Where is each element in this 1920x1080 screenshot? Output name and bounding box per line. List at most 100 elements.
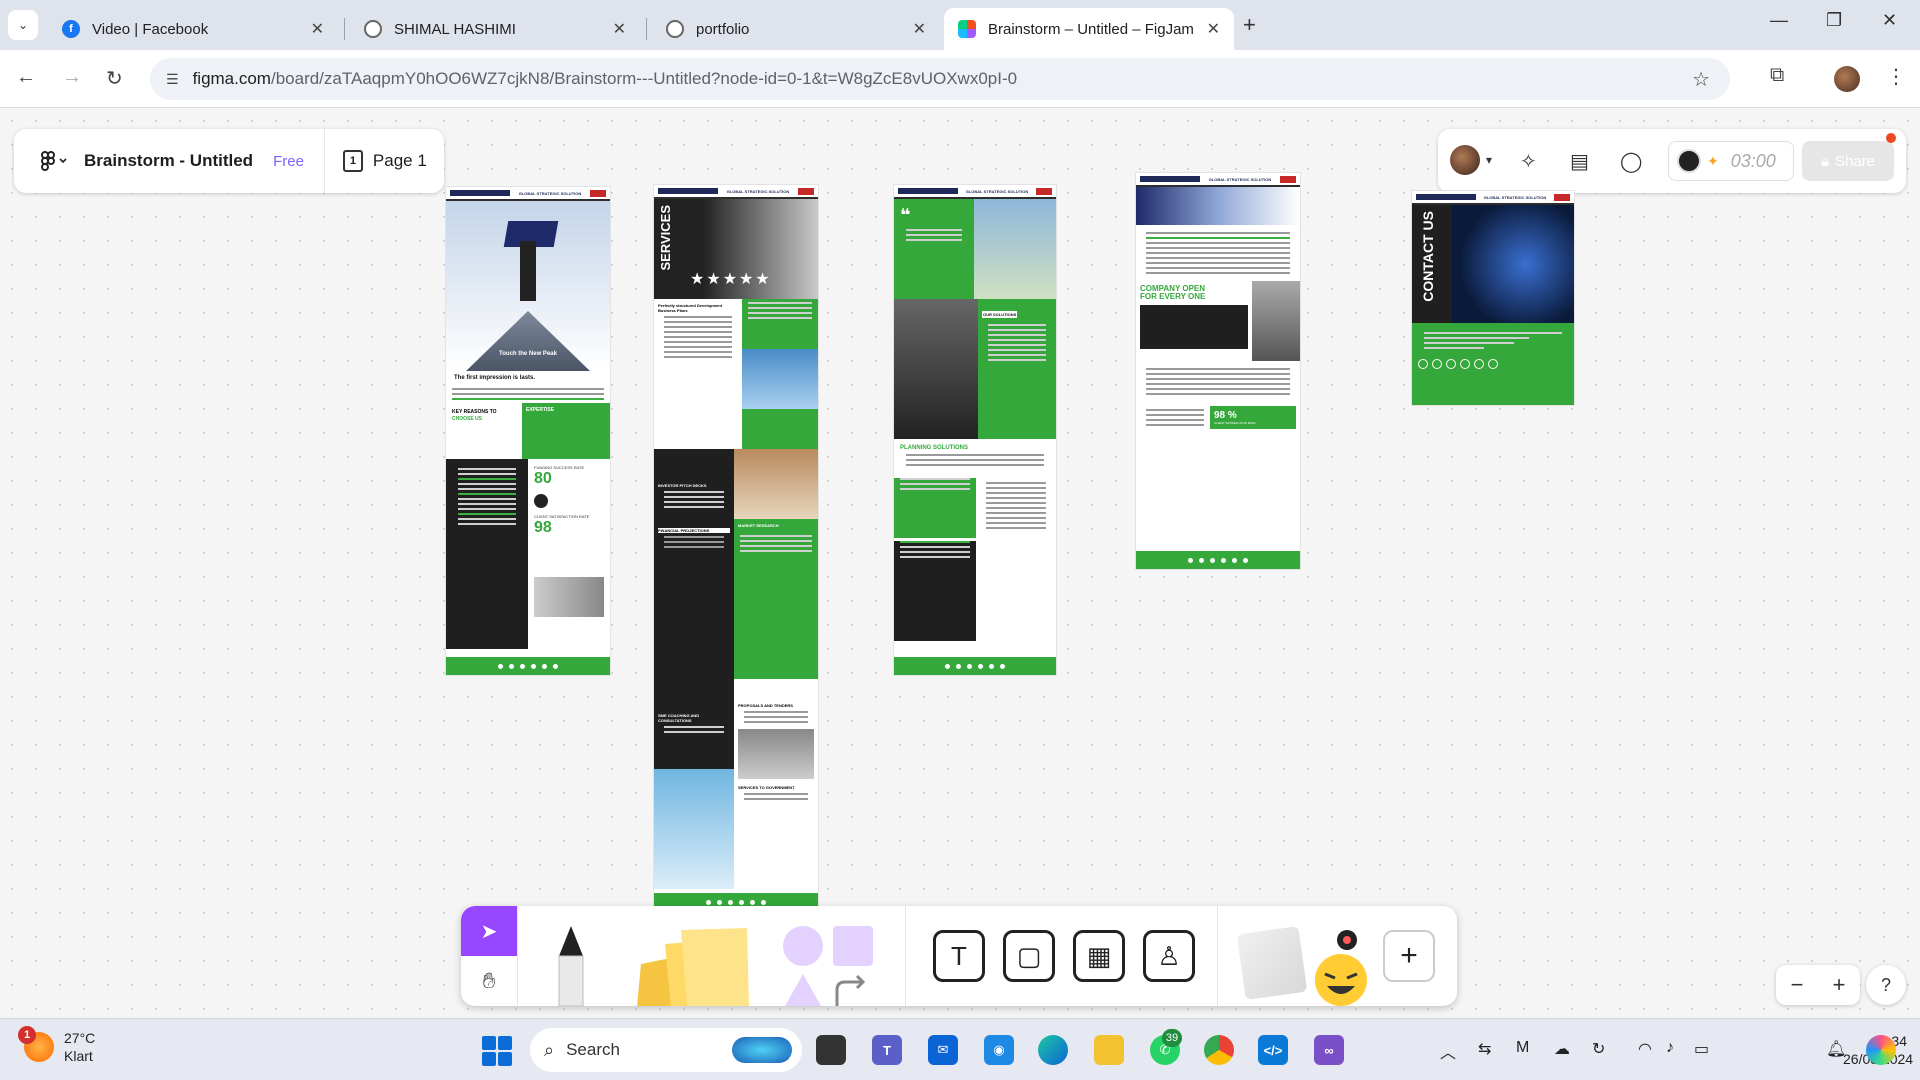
frame-header: GLOBAL STRATEGIC SOLUTION: [1412, 191, 1574, 205]
onedrive-icon[interactable]: ☁: [1554, 1039, 1570, 1059]
file-explorer-icon[interactable]: [1094, 1035, 1124, 1065]
search-highlight-icon: [732, 1037, 792, 1063]
wifi-icon[interactable]: ◠: [1638, 1039, 1652, 1059]
timer-widget[interactable]: ✦ 03:00: [1668, 141, 1794, 181]
tab-facebook[interactable]: f Video | Facebook ✕: [48, 8, 338, 50]
messenger-icon[interactable]: ◉: [984, 1035, 1014, 1065]
weather-widget[interactable]: 1 27°C Klart: [18, 1026, 95, 1065]
frame-footer: [894, 657, 1056, 675]
templates-widget-icon[interactable]: [1236, 926, 1308, 1000]
close-window-icon[interactable]: ✕: [1882, 10, 1897, 31]
teams-icon[interactable]: T: [872, 1035, 902, 1065]
figjam-canvas[interactable]: Brainstorm - Untitled Free 1 Page 1 ▾ ✧ …: [0, 109, 1920, 1018]
stats-section: FUNDING SUCCESS RATE 80 CLIENT SATISFACT…: [446, 459, 610, 649]
text-tool-icon[interactable]: T: [933, 930, 985, 982]
marker-pen-icon[interactable]: [551, 924, 591, 1006]
section-tool-icon[interactable]: ▢: [1003, 930, 1055, 982]
frame-home-page[interactable]: GLOBAL STRATEGIC SOLUTION Touch the New …: [446, 187, 610, 675]
zoom-out-button[interactable]: −: [1791, 972, 1804, 998]
visual-studio-icon[interactable]: ∞: [1314, 1035, 1344, 1065]
restore-icon[interactable]: ❐: [1826, 10, 1842, 31]
tab-portfolio[interactable]: portfolio ✕: [652, 8, 940, 50]
battery-icon[interactable]: ▭: [1694, 1039, 1709, 1059]
globe-icon: [364, 20, 382, 38]
plan-badge[interactable]: Free: [273, 153, 304, 170]
extensions-puzzle-icon[interactable]: ⧉: [1770, 64, 1784, 87]
figjam-menu-icon[interactable]: [32, 139, 76, 183]
frame-about-page[interactable]: GLOBAL STRATEGIC SOLUTION COMPANY OPEN F…: [1136, 173, 1300, 569]
bookmark-star-icon[interactable]: ☆: [1692, 67, 1710, 92]
frame-header: GLOBAL STRATEGIC SOLUTION: [654, 185, 818, 199]
chrome-profile-avatar[interactable]: [1834, 66, 1860, 92]
browser-toolbar: ← → ↻ ☰ figma.com/board/zaTAaqpmY0hOO6WZ…: [0, 50, 1920, 108]
close-tab-icon[interactable]: ✕: [613, 19, 626, 39]
facebook-icon: f: [62, 20, 80, 38]
table-tool-icon[interactable]: ▦: [1073, 930, 1125, 982]
page-selector[interactable]: 1 Page 1: [342, 150, 427, 172]
board-title[interactable]: Brainstorm - Untitled: [84, 151, 253, 171]
shapes-tool-icon[interactable]: [775, 924, 895, 1006]
figjam-toolbar: ➤ ✋︎ T ▢ ▦ ♙ +: [461, 906, 1457, 1006]
frame-footer: [446, 657, 610, 675]
chevron-down-icon[interactable]: ▾: [1486, 153, 1492, 167]
zoom-in-button[interactable]: +: [1833, 972, 1846, 998]
share-label: Share: [1834, 152, 1875, 170]
volume-icon[interactable]: ♪: [1666, 1039, 1674, 1057]
back-arrow-icon[interactable]: ←: [16, 66, 36, 89]
close-tab-icon[interactable]: ✕: [913, 19, 926, 39]
frame-services-page[interactable]: GLOBAL STRATEGIC SOLUTION SERVICES ★★★★★…: [654, 185, 818, 911]
share-button[interactable]: 🔒︎ Share: [1802, 141, 1894, 181]
user-avatar[interactable]: [1450, 145, 1480, 175]
stamp-tool-icon[interactable]: ♙: [1143, 930, 1195, 982]
frame-solutions-page[interactable]: GLOBAL STRATEGIC SOLUTION ❝ OUR SOLUTION…: [894, 185, 1056, 675]
copilot-icon[interactable]: [1866, 1035, 1896, 1065]
services-bottom: SME COACHING AND CONSULTATIONS PROPOSALS…: [654, 679, 818, 889]
taskbar-search[interactable]: ⌕ Search: [530, 1028, 802, 1072]
search-icon: ⌕: [544, 1039, 555, 1060]
move-tool-cursor-icon[interactable]: ➤: [461, 906, 517, 956]
tray-app-icon[interactable]: M: [1516, 1039, 1529, 1057]
tab-separator: [344, 18, 345, 40]
chevron-up-icon[interactable]: ︿: [1440, 1039, 1456, 1063]
ai-sparkle-icon[interactable]: ✧: [1520, 149, 1537, 174]
stat-section: 98 % CLIENT SATISFACTION RATE: [1136, 402, 1300, 433]
windows-taskbar: 1 27°C Klart ⌕ Search T ✉ ◉ ✆ 39 </> ∞ ︿ …: [0, 1018, 1920, 1080]
collaboration-panel: ▾ ✧ ▤ ◯ ✦ 03:00 🔒︎ Share: [1438, 129, 1906, 193]
close-tab-icon[interactable]: ✕: [311, 19, 324, 39]
help-button[interactable]: ?: [1866, 965, 1906, 1005]
frame-contact-page[interactable]: GLOBAL STRATEGIC SOLUTION CONTACT US: [1412, 191, 1574, 405]
figjam-icon: [958, 20, 976, 38]
tray-settings-icon[interactable]: ⇆: [1478, 1039, 1491, 1059]
emoji-widget-icon[interactable]: [1307, 924, 1371, 1006]
minimize-icon[interactable]: —: [1770, 10, 1788, 31]
windows-start-icon[interactable]: [482, 1036, 512, 1066]
mail-icon[interactable]: ✉: [928, 1035, 958, 1065]
more-tools-plus-button[interactable]: +: [1383, 930, 1435, 982]
forward-arrow-icon[interactable]: →: [62, 66, 82, 89]
vscode-icon[interactable]: </>: [1258, 1035, 1288, 1065]
notification-bell-icon[interactable]: 🔔︎: [1826, 1039, 1846, 1059]
comment-icon[interactable]: ◯: [1620, 149, 1642, 174]
about-hero-image: [1136, 187, 1300, 225]
services-hero-image: SERVICES ★★★★★: [654, 199, 818, 299]
edge-icon[interactable]: [1038, 1035, 1068, 1065]
tab-search-chevron-icon[interactable]: ⌄: [8, 10, 38, 40]
key-reasons-section: KEY REASONS TO CHOOSE US EXPERTISE: [446, 403, 610, 459]
address-bar[interactable]: ☰ figma.com/board/zaTAaqpmY0hOO6WZ7cjkN8…: [150, 58, 1730, 100]
new-tab-plus-icon[interactable]: +: [1243, 12, 1256, 38]
sync-icon[interactable]: ↻: [1592, 1039, 1605, 1059]
reload-icon[interactable]: ↻: [106, 66, 123, 91]
site-settings-icon[interactable]: ☰: [166, 71, 179, 88]
close-tab-icon[interactable]: ✕: [1207, 19, 1220, 39]
tab-figjam[interactable]: Brainstorm – Untitled – FigJam ✕: [944, 8, 1234, 50]
chrome-menu-icon[interactable]: ⋮: [1886, 64, 1906, 89]
sticky-note-icon[interactable]: [631, 924, 751, 1006]
frame-header: GLOBAL STRATEGIC SOLUTION: [1136, 173, 1300, 187]
hand-tool-icon[interactable]: ✋︎: [461, 956, 517, 1006]
services-intro: Perfectly structured Development Busines…: [654, 299, 818, 449]
chrome-icon[interactable]: [1204, 1035, 1234, 1065]
templates-layout-icon[interactable]: ▤: [1570, 149, 1589, 174]
tab-shimal-hashimi[interactable]: SHIMAL HASHIMI ✕: [350, 8, 640, 50]
task-view-icon[interactable]: [816, 1035, 846, 1065]
frame-header: GLOBAL STRATEGIC SOLUTION: [446, 187, 610, 201]
